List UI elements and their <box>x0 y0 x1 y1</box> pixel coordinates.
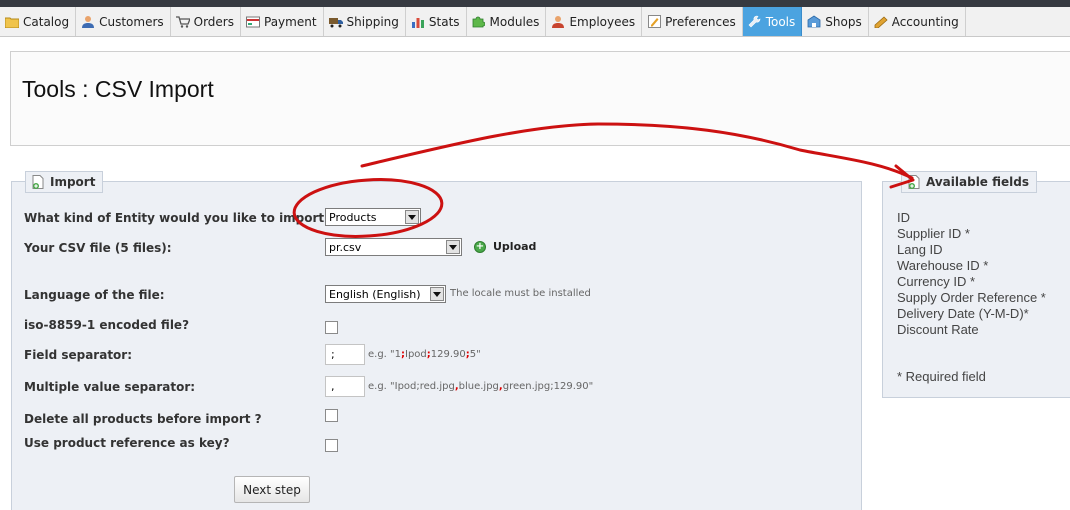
csv-file-label: Your CSV file (5 files): <box>24 241 172 255</box>
language-label: Language of the file: <box>24 288 165 302</box>
document-icon <box>907 175 921 189</box>
tab-employees[interactable]: Employees <box>546 7 643 36</box>
multi-separator-input[interactable]: , <box>325 376 365 397</box>
main-tab-bar: Catalog Customers Orders Payment Shippin… <box>0 7 1070 37</box>
tab-accounting[interactable]: Accounting <box>869 7 966 36</box>
wrench-icon <box>748 15 762 28</box>
list-item: Supply Order Reference * <box>897 290 1046 305</box>
folder-icon <box>5 15 19 28</box>
cart-icon <box>175 15 190 28</box>
customers-icon <box>81 15 95 28</box>
page-header: Tools : CSV Import <box>10 51 1070 146</box>
payment-icon <box>246 15 260 28</box>
chevron-down-icon <box>430 287 444 301</box>
list-item: Warehouse ID * <box>897 258 989 273</box>
next-step-button[interactable]: Next step <box>234 476 310 503</box>
puzzle-icon <box>472 15 486 28</box>
field-separator-label: Field separator: <box>24 348 133 362</box>
language-hint: The locale must be installed <box>450 288 591 299</box>
field-separator-input[interactable]: ; <box>325 344 365 365</box>
page-title: Tools : CSV Import <box>22 76 214 102</box>
field-separator-hint: e.g. "1;Ipod;129.90;5" <box>368 349 481 360</box>
tab-stats[interactable]: Stats <box>406 7 467 36</box>
available-fields-list: ID Supplier ID * Lang ID Warehouse ID * … <box>897 210 1046 338</box>
list-item: Currency ID * <box>897 274 976 289</box>
employee-icon <box>551 15 565 28</box>
language-select[interactable]: English (English) <box>325 285 446 303</box>
required-field-note: * Required field <box>897 369 986 384</box>
tab-orders[interactable]: Orders <box>171 7 241 36</box>
tab-customers[interactable]: Customers <box>76 7 171 36</box>
entity-label: What kind of Entity would you like to im… <box>24 211 336 225</box>
tab-preferences[interactable]: Preferences <box>642 7 743 36</box>
multi-separator-hint: e.g. "Ipod;red.jpg,blue.jpg,green.jpg;12… <box>368 381 594 392</box>
shop-icon <box>807 15 821 28</box>
list-item: Discount Rate <box>897 322 979 337</box>
encoding-label: iso-8859-1 encoded file? <box>24 318 190 332</box>
list-item: Lang ID <box>897 242 943 257</box>
tab-tools[interactable]: Tools <box>742 7 803 36</box>
accounting-icon <box>874 15 888 28</box>
delete-products-label: Delete all products before import ? <box>24 412 262 426</box>
upload-button[interactable]: + Upload <box>474 240 536 253</box>
import-legend: Import <box>25 171 104 193</box>
tab-catalog[interactable]: Catalog <box>0 7 77 36</box>
entity-select[interactable]: Products <box>325 208 421 226</box>
csv-file-select[interactable]: pr.csv <box>325 238 462 256</box>
stats-icon <box>411 15 425 28</box>
multi-separator-label: Multiple value separator: <box>24 380 196 394</box>
preferences-icon <box>647 15 661 28</box>
tab-shipping[interactable]: Shipping <box>324 7 406 36</box>
add-icon: + <box>474 240 486 253</box>
reference-key-label: Use product reference as key? <box>24 436 230 450</box>
chevron-down-icon <box>405 210 419 224</box>
truck-icon <box>328 15 343 28</box>
tab-shops[interactable]: Shops <box>802 7 869 36</box>
list-item: Delivery Date (Y-M-D)* <box>897 306 1029 321</box>
delete-products-checkbox[interactable] <box>325 409 338 422</box>
available-fields-panel: Available fields ID Supplier ID * Lang I… <box>882 171 1070 398</box>
reference-key-checkbox[interactable] <box>325 439 338 452</box>
chevron-down-icon <box>446 240 460 254</box>
list-item: ID <box>897 210 910 225</box>
top-bar <box>0 0 1070 7</box>
tab-modules[interactable]: Modules <box>467 7 547 36</box>
list-item: Supplier ID * <box>897 226 970 241</box>
available-fields-legend: Available fields <box>901 171 1038 193</box>
import-panel: Import What kind of Entity would you lik… <box>11 171 862 510</box>
encoding-checkbox[interactable] <box>325 321 338 334</box>
import-icon <box>31 175 45 189</box>
tab-payment[interactable]: Payment <box>241 7 324 36</box>
